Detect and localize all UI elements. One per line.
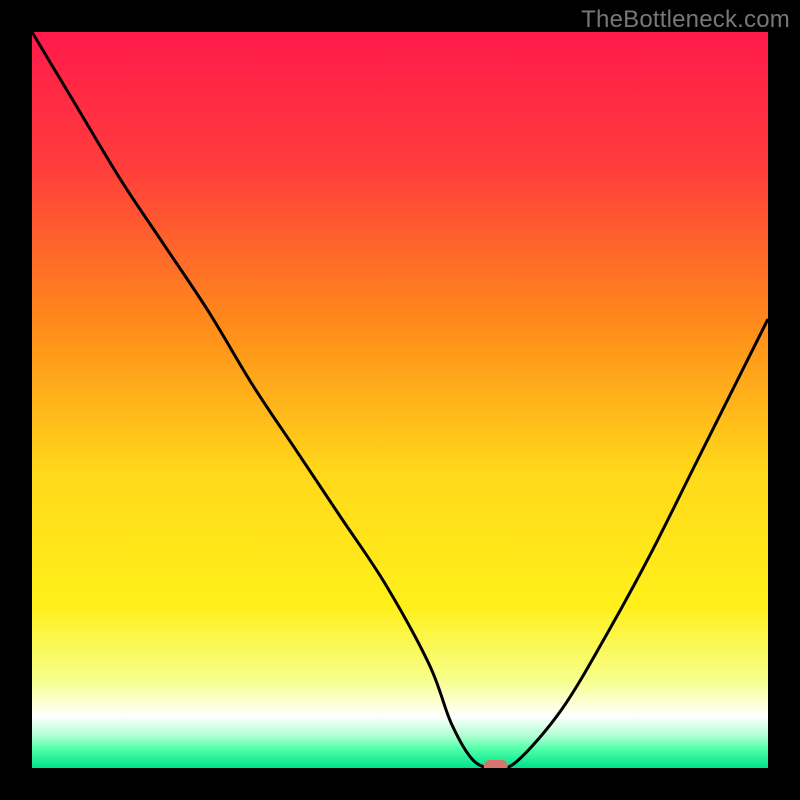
chart-frame: TheBottleneck.com	[0, 0, 800, 800]
plot-area	[32, 32, 768, 768]
bottleneck-curve-chart	[32, 32, 768, 768]
gradient-background	[32, 32, 768, 768]
minimum-marker	[484, 760, 508, 768]
watermark-text: TheBottleneck.com	[581, 6, 790, 34]
